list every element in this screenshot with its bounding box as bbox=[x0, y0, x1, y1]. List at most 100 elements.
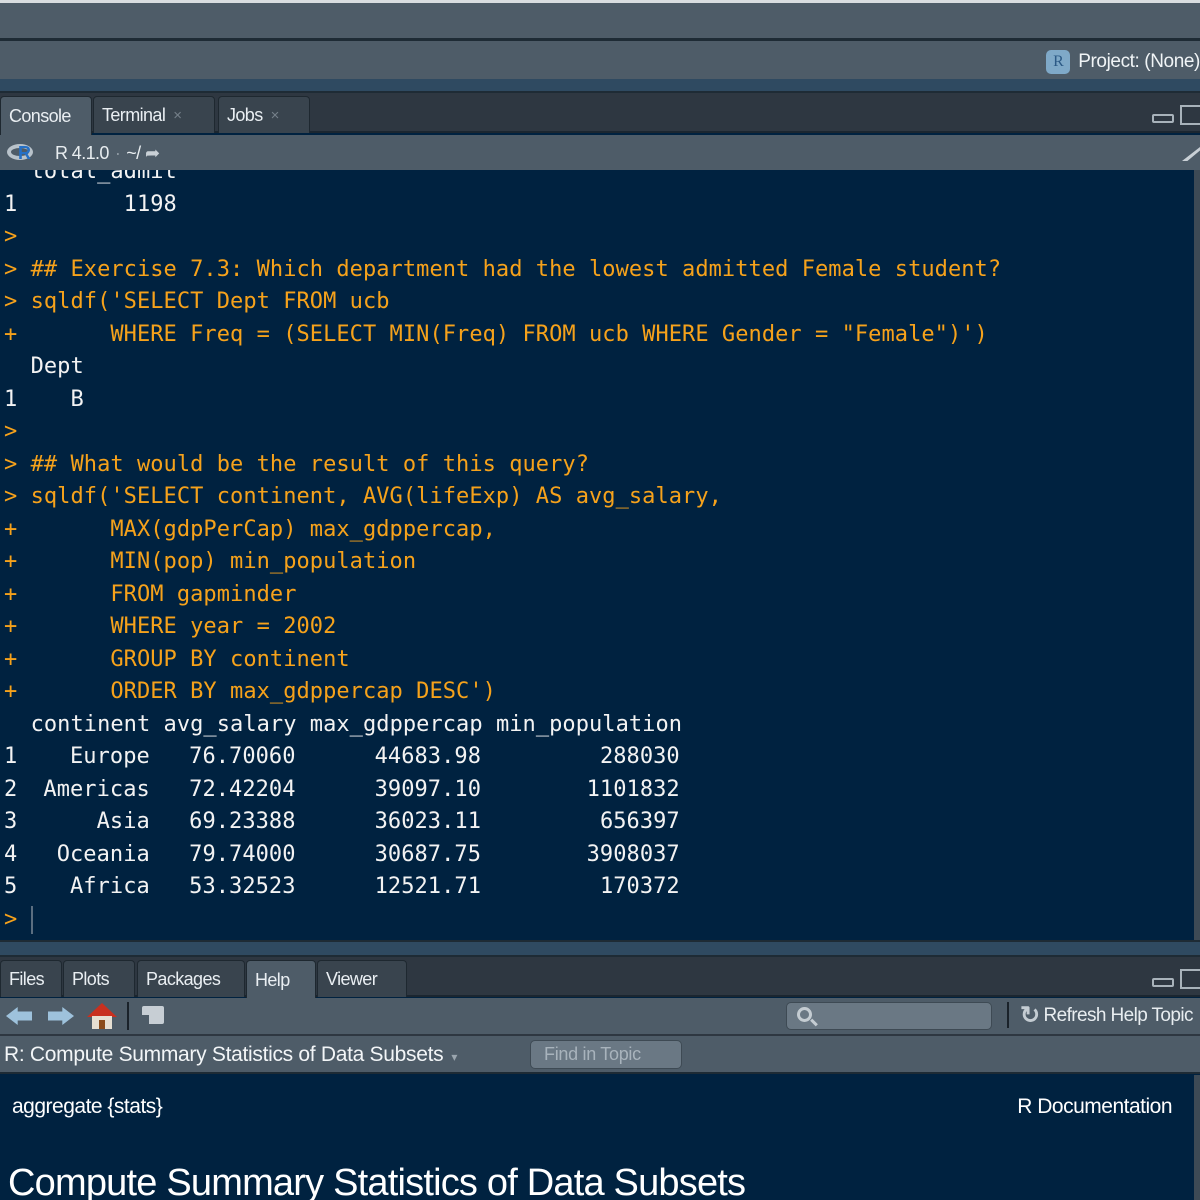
tab-files[interactable]: Files bbox=[0, 960, 62, 997]
console-tabbar: Console Terminal × Jobs × bbox=[0, 93, 1200, 135]
console-prompt: > bbox=[4, 224, 18, 249]
minimize-pane-icon[interactable] bbox=[1152, 978, 1174, 987]
column-header: avg_salary bbox=[163, 711, 297, 737]
table-cell-avg-salary: 53.32523 bbox=[189, 874, 296, 899]
table-cell-min-population: 3908037 bbox=[586, 841, 680, 867]
console-prompt: > bbox=[4, 451, 18, 477]
tab-label: Help bbox=[255, 969, 290, 990]
minimize-pane-icon[interactable] bbox=[1152, 114, 1174, 123]
topic-title: R: Compute Summary Statistics of Data Su… bbox=[4, 1043, 444, 1066]
refresh-label: Refresh Help Topic bbox=[1043, 1004, 1194, 1026]
project-label: Project: (None) bbox=[1078, 51, 1200, 72]
main-toolbar bbox=[0, 0, 1200, 38]
tab-viewer[interactable]: Viewer bbox=[317, 960, 407, 997]
close-icon[interactable]: × bbox=[173, 107, 182, 124]
table-cell-max-gdppercap: 39097.10 bbox=[374, 776, 481, 802]
table-cell-avg-salary: 76.70060 bbox=[189, 744, 296, 769]
help-topic-bar: R: Compute Summary Statistics of Data Su… bbox=[0, 1036, 1200, 1074]
tab-console[interactable]: Console bbox=[0, 96, 92, 135]
table-cell-continent: Americas bbox=[43, 776, 150, 802]
console-command-line: + MIN(pop) min_population bbox=[4, 546, 416, 578]
r-project-cube-icon: R bbox=[1046, 50, 1071, 74]
console-scrollbar[interactable] bbox=[1194, 170, 1200, 940]
table-cell-continent: Asia bbox=[96, 809, 150, 834]
table-cell-max-gdppercap: 30687.75 bbox=[374, 841, 481, 867]
back-arrow-icon[interactable] bbox=[6, 1007, 32, 1025]
console-command-line: > bbox=[4, 416, 17, 448]
help-search-field[interactable] bbox=[786, 1002, 992, 1030]
goto-directory-arrow-icon[interactable]: ➦ bbox=[145, 143, 160, 163]
console-text: sqldf('SELECT continent, AVG(lifeExp) AS… bbox=[17, 484, 722, 509]
refresh-help-button[interactable]: ↻ Refresh Help Topic bbox=[1020, 1001, 1193, 1030]
console-text: MAX(gdpPerCap) max_gdppercap, bbox=[17, 516, 496, 542]
table-cell-avg-salary: 69.23388 bbox=[189, 809, 296, 834]
close-icon[interactable]: × bbox=[271, 107, 280, 124]
pane-splitter-top[interactable] bbox=[0, 79, 1200, 93]
table-cell-max-gdppercap: 44683.98 bbox=[374, 744, 481, 769]
secondary-toolbar: R Project: (None) bbox=[0, 41, 1200, 79]
text-cursor bbox=[31, 905, 34, 934]
tab-help[interactable]: Help bbox=[246, 960, 316, 999]
help-document: aggregate {stats} R Documentation Comput… bbox=[0, 1075, 1194, 1200]
console-text: GROUP BY continent bbox=[17, 646, 350, 672]
table-cell-max-gdppercap: 36023.11 bbox=[374, 809, 481, 834]
tab-label: Packages bbox=[146, 968, 221, 989]
row-index: 2 bbox=[4, 776, 18, 802]
tab-plots[interactable]: Plots bbox=[63, 960, 135, 997]
console-output-line: total_admit bbox=[4, 170, 177, 188]
tab-packages[interactable]: Packages bbox=[137, 960, 245, 997]
find-in-topic-input[interactable]: Find in Topic bbox=[530, 1040, 682, 1069]
help-pane-tabbar: Files Plots Packages Help Viewer bbox=[0, 957, 1200, 999]
table-cell-continent: Africa bbox=[70, 874, 150, 899]
help-search-input[interactable] bbox=[819, 1005, 987, 1027]
home-icon[interactable] bbox=[87, 1003, 117, 1029]
console-prompt: + bbox=[4, 321, 18, 347]
search-icon bbox=[797, 1007, 812, 1022]
refresh-icon: ↻ bbox=[1020, 1002, 1040, 1029]
console-text: sqldf('SELECT Dept FROM ucb bbox=[17, 289, 390, 314]
table-cell-continent: Europe bbox=[70, 744, 150, 769]
console-prompt: > bbox=[4, 906, 18, 932]
table-cell-avg-salary: 72.42204 bbox=[189, 776, 296, 802]
console-prompt: + bbox=[4, 581, 18, 607]
tab-label: Plots bbox=[72, 968, 110, 989]
clear-console-broom-icon[interactable] bbox=[1182, 147, 1200, 161]
console-command-line: > ## What would be the result of this qu… bbox=[4, 449, 589, 481]
console-text: MIN(pop) min_population bbox=[17, 549, 417, 574]
table-cell-min-population: 656397 bbox=[599, 809, 680, 834]
help-scrollbar[interactable] bbox=[1194, 1075, 1200, 1200]
result-table-header: continent avg_salary max_gdppercap min_p… bbox=[4, 709, 682, 741]
console-prompt: > bbox=[4, 484, 18, 509]
console-prompt: > bbox=[4, 419, 18, 444]
forward-arrow-icon[interactable] bbox=[48, 1007, 74, 1025]
console-command-line: + FROM gapminder bbox=[4, 579, 297, 611]
project-menu[interactable]: R Project: (None) bbox=[1046, 50, 1200, 74]
console-prompt: + bbox=[4, 679, 18, 704]
maximize-pane-icon[interactable] bbox=[1180, 969, 1200, 989]
tab-terminal[interactable]: Terminal × bbox=[93, 96, 215, 133]
console-toolbar: R R 4.1.0 · ~/ ➦ bbox=[0, 135, 1200, 170]
tab-label: Console bbox=[9, 105, 71, 126]
pane-window-controls bbox=[1152, 969, 1200, 989]
console-command-line: > ## Exercise 7.3: Which department had … bbox=[4, 254, 1001, 286]
table-cell-max-gdppercap: 12521.71 bbox=[374, 874, 481, 899]
doc-source: R Documentation bbox=[1017, 1095, 1172, 1118]
pane-splitter-bottom[interactable] bbox=[0, 940, 1200, 957]
doc-title: Compute Summary Statistics of Data Subse… bbox=[8, 1162, 746, 1200]
r-version-info: R 4.1.0 · ~/ ➦ bbox=[55, 143, 160, 164]
console-output-line: 1 B bbox=[4, 384, 84, 416]
maximize-pane-icon[interactable] bbox=[1180, 105, 1200, 125]
console-command-line: + WHERE Freq = (SELECT MIN(Freq) FROM uc… bbox=[4, 319, 988, 351]
console-input-line[interactable]: > bbox=[4, 904, 34, 936]
help-topic-dropdown[interactable]: R: Compute Summary Statistics of Data Su… bbox=[4, 1043, 457, 1067]
table-cell-continent: Oceania bbox=[56, 841, 150, 867]
column-header: max_gdppercap bbox=[309, 711, 483, 737]
console-text: Dept bbox=[4, 354, 84, 379]
show-in-new-window-icon[interactable] bbox=[140, 1006, 164, 1024]
table-cell-min-population: 288030 bbox=[599, 744, 680, 769]
console-command-line: > sqldf('SELECT Dept FROM ucb bbox=[4, 286, 390, 318]
tab-jobs[interactable]: Jobs × bbox=[218, 96, 310, 133]
console-output-line: 1 1198 bbox=[4, 189, 177, 221]
table-cell-avg-salary: 79.74000 bbox=[189, 841, 296, 867]
console-output[interactable]: total_admit 1 1198 > > ## Exercise 7.3: Whi… bbox=[0, 170, 1194, 940]
